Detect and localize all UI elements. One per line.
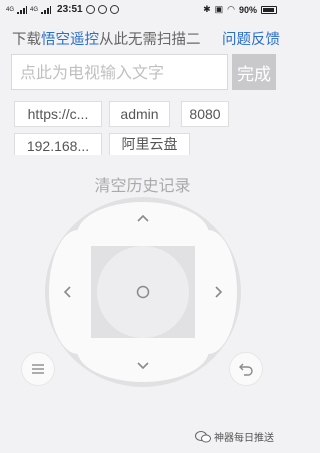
history-chip[interactable]: 阿里云盘 <box>109 133 190 155</box>
clear-history-button[interactable]: 清空历史记录 <box>0 172 285 196</box>
chevron-up-icon <box>137 214 149 222</box>
header-banner: 下载悟空遥控从此无需扫描二 问题反馈 <box>12 28 280 49</box>
battery-percent: 90% <box>238 4 257 15</box>
menu-icon <box>32 364 44 374</box>
dpad <box>45 197 241 387</box>
notification-icon <box>85 5 95 14</box>
signal-1-icon <box>17 5 28 14</box>
signal-2-icon <box>41 5 52 14</box>
nfc-icon: ▣ <box>214 4 224 14</box>
battery-icon <box>261 5 277 14</box>
feedback-link[interactable]: 问题反馈 <box>220 28 280 49</box>
back-arrow-icon <box>239 363 253 376</box>
status-left: 4G 4G 23:51 <box>6 4 119 15</box>
bluetooth-icon: ✱ <box>203 4 211 14</box>
wechat-logo-icon <box>195 430 211 442</box>
chevron-right-icon <box>215 286 223 298</box>
status-right: ✱ ▣ ◠ 90% <box>203 4 277 15</box>
status-time: 23:51 <box>57 4 83 15</box>
wifi-icon: ◠ <box>227 4 235 14</box>
chat-icon <box>109 5 119 14</box>
history-chip[interactable]: admin <box>109 101 170 127</box>
tv-text-input[interactable] <box>11 54 228 90</box>
signal-1-label: 4G <box>6 6 15 13</box>
sync-icon <box>97 5 107 14</box>
watermark-text: 神器每日推送 <box>214 433 274 444</box>
watermark: 神器每日推送 <box>195 429 274 444</box>
status-bar: 4G 4G 23:51 ✱ ▣ ◠ 90% <box>0 0 285 22</box>
circle-ok-icon <box>136 285 150 299</box>
app-download-link[interactable]: 悟空遥控 <box>41 32 99 48</box>
done-button[interactable]: 完成 <box>232 54 276 90</box>
menu-button[interactable] <box>21 352 55 386</box>
history-chip[interactable]: 8080 <box>181 101 229 127</box>
chevron-down-icon <box>137 362 149 370</box>
chevron-left-icon <box>63 286 71 298</box>
history-chip[interactable]: 192.168... <box>14 133 102 155</box>
ok-button[interactable] <box>97 246 189 338</box>
header-suffix: 从此无需扫描二 <box>99 32 201 48</box>
history-chip[interactable]: https://c... <box>14 101 102 127</box>
header-prefix: 下载 <box>12 32 41 48</box>
back-button[interactable] <box>229 352 263 386</box>
signal-2-label: 4G <box>30 6 39 13</box>
